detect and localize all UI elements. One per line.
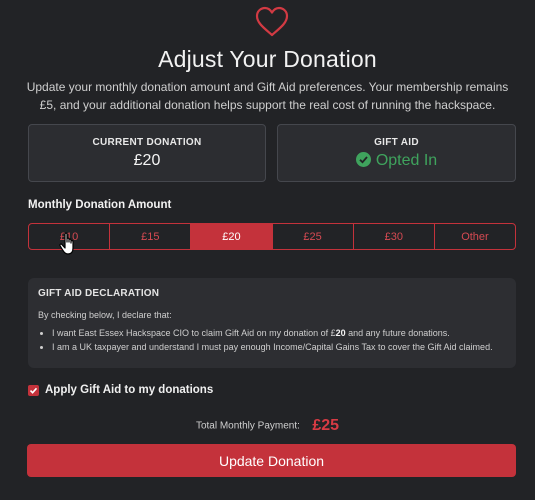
amount-section-label: Monthly Donation Amount xyxy=(28,199,172,211)
declaration-item1-text: I want East Essex Hackspace CIO to claim… xyxy=(52,328,336,338)
declaration-item: I am a UK taxpayer and understand I must… xyxy=(52,340,506,354)
donation-page: Adjust Your Donation Update your monthly… xyxy=(0,0,535,500)
total-payment: Total Monthly Payment: £25 xyxy=(0,417,535,435)
current-donation-label: CURRENT DONATION xyxy=(92,137,202,148)
gift-aid-label: GIFT AID xyxy=(374,137,419,148)
declaration-intro: By checking below, I declare that: xyxy=(38,310,172,320)
gift-aid-declaration: GIFT AID DECLARATION By checking below, … xyxy=(28,278,516,368)
heart-icon xyxy=(255,6,289,37)
amount-option-20[interactable]: £20 xyxy=(191,224,273,249)
declaration-item: I want East Essex Hackspace CIO to claim… xyxy=(52,326,506,340)
amount-option-other[interactable]: Other xyxy=(435,224,515,249)
page-title: Adjust Your Donation xyxy=(158,46,377,72)
current-donation-value: £20 xyxy=(133,152,161,169)
amount-option-15[interactable]: £15 xyxy=(110,224,192,249)
declaration-item1-end: and any future donations. xyxy=(345,328,450,338)
total-value: £25 xyxy=(312,417,340,434)
amount-option-30[interactable]: £30 xyxy=(354,224,435,249)
declaration-list: I want East Essex Hackspace CIO to claim… xyxy=(38,326,506,354)
check-circle-icon xyxy=(355,152,371,167)
gift-aid-status: Opted In xyxy=(278,152,515,170)
page-subtitle: Update your monthly donation amount and … xyxy=(26,80,509,112)
gift-aid-checkbox-label[interactable]: Apply Gift Aid to my donations xyxy=(45,384,213,396)
gift-aid-status-text: Opted In xyxy=(375,152,438,169)
gift-aid-checkbox-row[interactable]: Apply Gift Aid to my donations xyxy=(28,384,213,396)
amount-option-25[interactable]: £25 xyxy=(273,224,354,249)
declaration-title: GIFT AID DECLARATION xyxy=(38,288,160,299)
declaration-amount: 20 xyxy=(335,328,346,338)
update-donation-button[interactable]: Update Donation xyxy=(27,444,516,477)
hand-cursor-icon xyxy=(59,232,74,255)
amount-selector: £10 £15 £20 £25 £30 Other xyxy=(28,223,516,250)
total-label: Total Monthly Payment: xyxy=(195,420,300,432)
current-donation-card: CURRENT DONATION £20 xyxy=(28,124,266,182)
gift-aid-checkbox[interactable] xyxy=(28,384,39,396)
gift-aid-card: GIFT AID Opted In xyxy=(277,124,516,182)
